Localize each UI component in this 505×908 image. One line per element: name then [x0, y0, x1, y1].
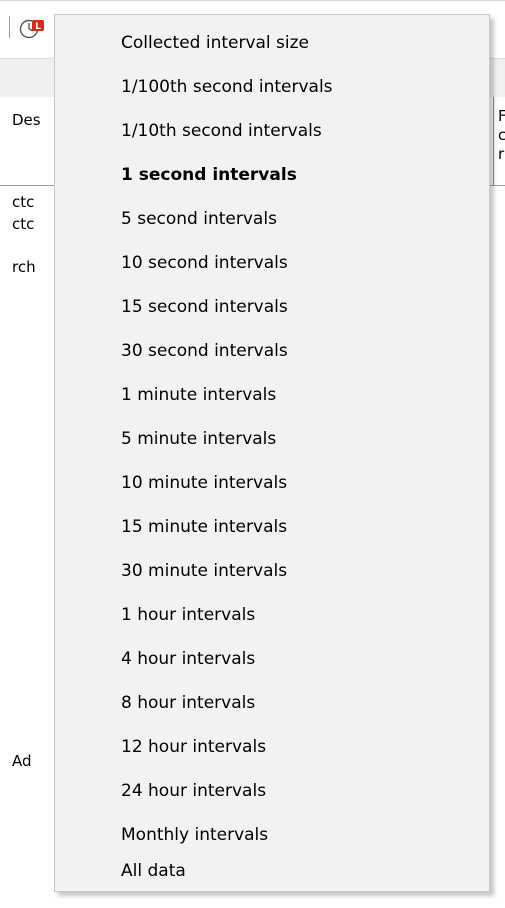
interval-clock-icon[interactable]: L [18, 18, 46, 40]
menu-item-collected-interval-size[interactable]: Collected interval size [55, 23, 489, 63]
column-header-description[interactable]: Des [0, 97, 61, 185]
menu-item-30-second[interactable]: 30 second intervals [55, 331, 489, 371]
menu-item-monthly[interactable]: Monthly intervals [55, 815, 489, 855]
interval-dropdown-menu: Collected interval size 1/100th second i… [54, 14, 490, 892]
menu-item-30-minute[interactable]: 30 minute intervals [55, 551, 489, 591]
list-row-cell: Ad [12, 752, 32, 770]
menu-item-5-second[interactable]: 5 second intervals [55, 199, 489, 239]
menu-item-4-hour[interactable]: 4 hour intervals [55, 639, 489, 679]
menu-item-5-minute[interactable]: 5 minute intervals [55, 419, 489, 459]
menu-item-all-data[interactable]: All data [55, 851, 489, 891]
menu-item-15-second[interactable]: 15 second intervals [55, 287, 489, 327]
menu-item-1-minute[interactable]: 1 minute intervals [55, 375, 489, 415]
menu-item-24-hour[interactable]: 24 hour intervals [55, 771, 489, 811]
list-row-cell: ctc [12, 215, 35, 233]
list-row-cell: rch [12, 258, 36, 276]
menu-item-12-hour[interactable]: 12 hour intervals [55, 727, 489, 767]
menu-item-15-minute[interactable]: 15 minute intervals [55, 507, 489, 547]
menu-item-1-10th-second[interactable]: 1/10th second intervals [55, 111, 489, 151]
menu-item-10-minute[interactable]: 10 minute intervals [55, 463, 489, 503]
column-header-right[interactable]: F c r [493, 97, 505, 185]
menu-item-8-hour[interactable]: 8 hour intervals [55, 683, 489, 723]
menu-item-1-second[interactable]: 1 second intervals [55, 155, 489, 195]
menu-item-1-hour[interactable]: 1 hour intervals [55, 595, 489, 635]
list-row-cell: ctc [12, 193, 35, 211]
menu-item-10-second[interactable]: 10 second intervals [55, 243, 489, 283]
svg-text:L: L [35, 22, 41, 32]
toolbar-separator [9, 16, 10, 38]
menu-item-1-100th-second[interactable]: 1/100th second intervals [55, 67, 489, 107]
